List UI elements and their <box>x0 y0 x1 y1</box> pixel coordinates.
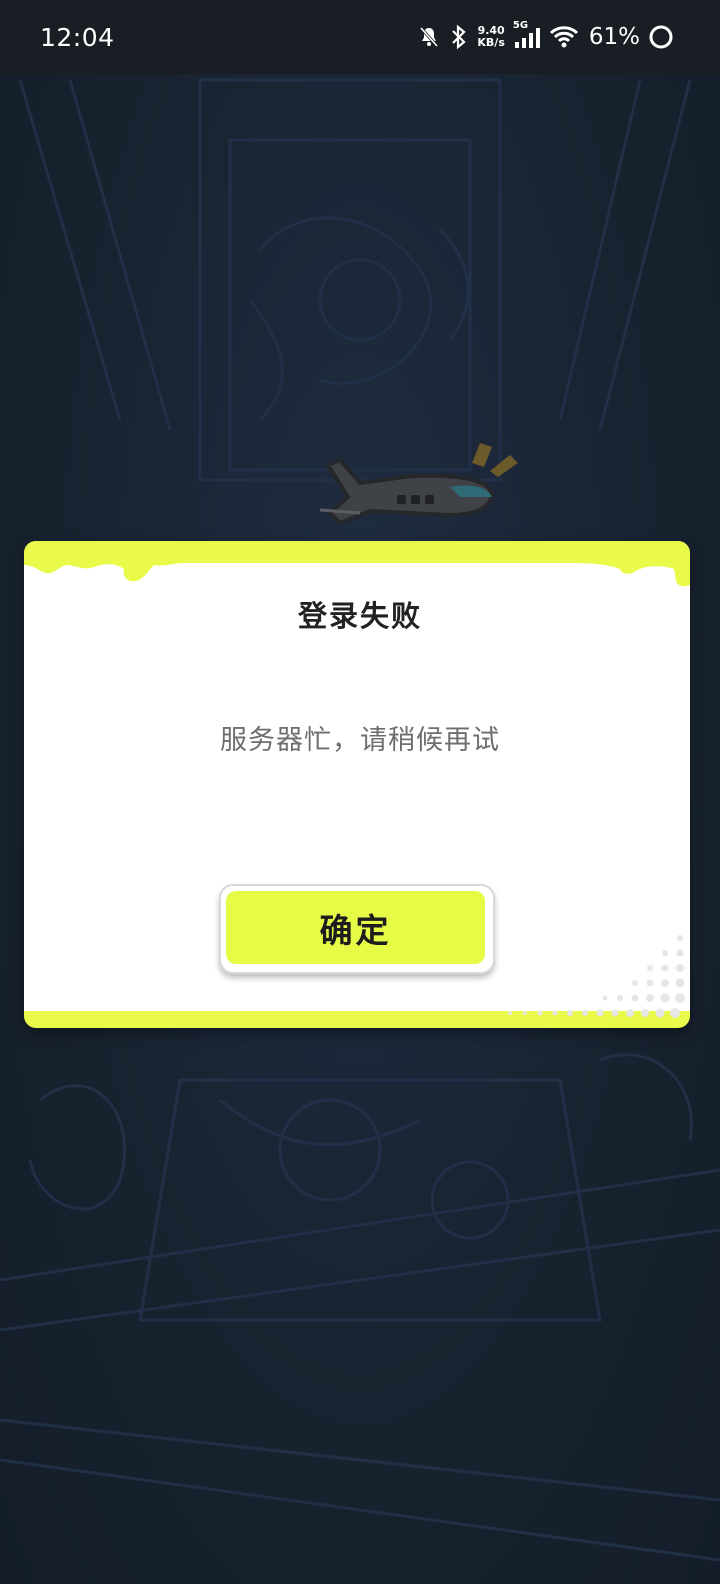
airplane-mascot-icon <box>319 443 518 526</box>
network-speed: 9.40 KB/s <box>477 25 504 49</box>
bluetooth-icon <box>449 24 469 50</box>
confirm-button-label: 确定 <box>319 910 392 950</box>
dialog-title: 登录失败 <box>297 599 422 633</box>
bell-muted-icon <box>417 25 441 49</box>
halftone-dots-decoration <box>508 935 685 1018</box>
battery-ring-icon <box>648 24 674 50</box>
confirm-button-face[interactable]: 确定 <box>226 891 485 964</box>
cellular-signal-icon: 5G <box>513 20 541 50</box>
dialog-message: 服务器忙，请稍候再试 <box>220 725 500 756</box>
slime-drip-decoration <box>24 541 690 587</box>
network-speed-unit: KB/s <box>477 36 505 49</box>
status-icons: 9.40 KB/s 5G 61% <box>417 20 674 50</box>
status-bar: 12:04 9.40 KB/s 5G 61% <box>0 0 720 74</box>
network-type: 5G <box>512 20 529 31</box>
battery-percent: 61% <box>588 24 640 50</box>
status-time: 12:04 <box>40 22 115 52</box>
wifi-icon <box>549 25 579 49</box>
confirm-button[interactable]: 确定 <box>219 884 495 974</box>
